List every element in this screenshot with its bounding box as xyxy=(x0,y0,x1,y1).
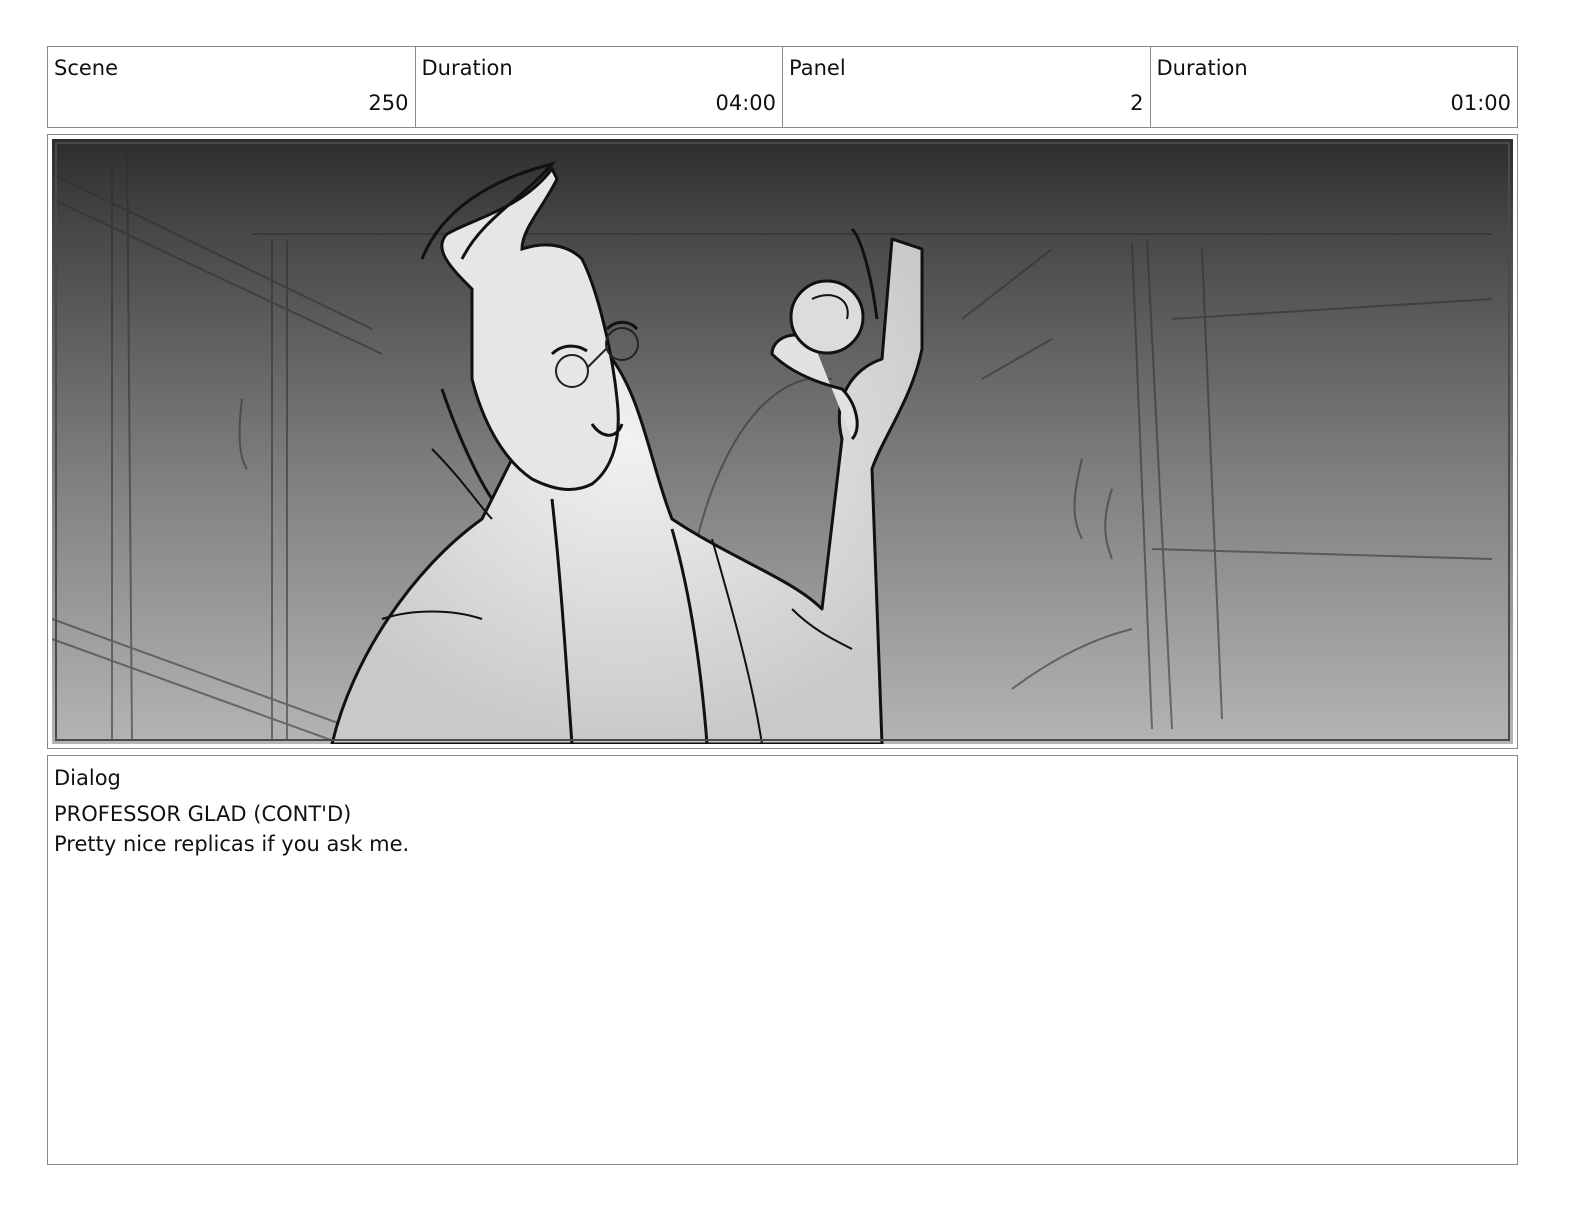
panel-number: 2 xyxy=(1130,91,1144,115)
dialog-box: Dialog PROFESSOR GLAD (CONT'D) Pretty ni… xyxy=(47,755,1518,1165)
panel-duration-label: Duration xyxy=(1156,56,1248,80)
dialog-line: Pretty nice replicas if you ask me. xyxy=(54,832,410,856)
scene-number: 250 xyxy=(368,91,409,115)
dialog-character: PROFESSOR GLAD (CONT'D) xyxy=(54,802,352,826)
panel-duration-cell: Duration 01:00 xyxy=(1151,47,1518,127)
panel-duration-value: 01:00 xyxy=(1450,91,1511,115)
scene-cell: Scene 250 xyxy=(48,47,416,127)
scene-duration-cell: Duration 04:00 xyxy=(416,47,783,127)
scene-duration-label: Duration xyxy=(421,56,513,80)
scene-duration-value: 04:00 xyxy=(715,91,776,115)
panel-cell: Panel 2 xyxy=(783,47,1151,127)
dialog-label: Dialog xyxy=(54,766,121,790)
storyboard-sketch-image xyxy=(52,139,1513,744)
scene-label: Scene xyxy=(54,56,119,80)
dialog-text: PROFESSOR GLAD (CONT'D) Pretty nice repl… xyxy=(54,799,409,859)
storyboard-header: Scene 250 Duration 04:00 Panel 2 Duratio… xyxy=(47,46,1518,128)
panel-label: Panel xyxy=(789,56,846,80)
storyboard-panel-frame xyxy=(47,134,1518,749)
sketch-svg xyxy=(52,139,1513,744)
